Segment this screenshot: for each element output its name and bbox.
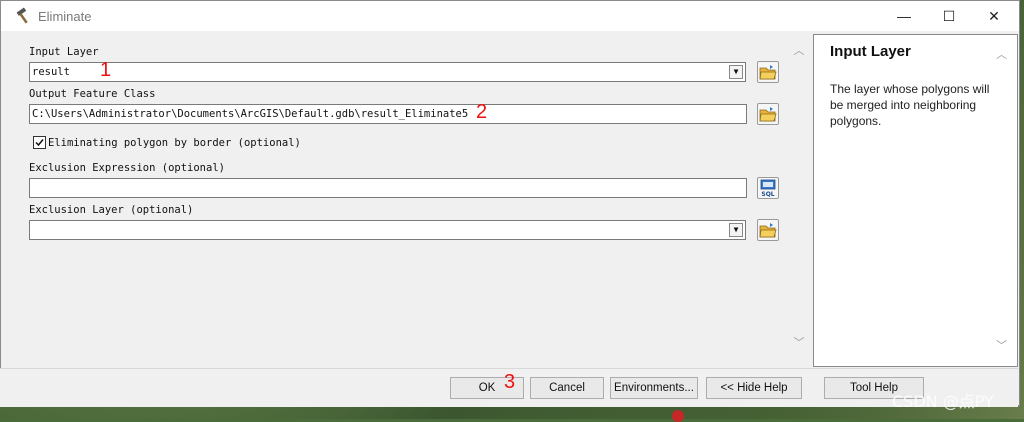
help-title: Input Layer [830,43,911,60]
browse-exclusion-layer-button[interactable] [757,219,779,241]
dropdown-arrow-icon[interactable]: ▼ [729,223,743,237]
checkbox-checked-icon [35,139,44,147]
folder-open-icon [759,107,777,122]
exclusion-layer-dropdown[interactable]: ▼ [29,220,746,240]
help-scroll-down-icon[interactable]: ﹀ [996,337,1007,353]
cancel-button[interactable]: Cancel [530,377,604,399]
sql-icon: SQL [760,179,776,198]
environments-button[interactable]: Environments... [610,377,698,399]
folder-open-icon [759,65,777,80]
dropdown-arrow-icon[interactable]: ▼ [729,65,743,79]
scroll-down-icon[interactable]: ﹀ [793,338,805,349]
annotation-1: 1 [100,59,112,81]
browse-input-layer-button[interactable] [757,61,779,83]
output-feature-class-input[interactable]: C:\Users\Administrator\Documents\ArcGIS\… [29,104,747,124]
browse-output-button[interactable] [757,103,779,125]
watermark: CSDN @点PY [892,392,994,411]
input-layer-dropdown[interactable]: result ▼ [29,62,746,82]
sql-builder-button[interactable]: SQL [757,177,779,199]
folder-open-icon [759,223,777,238]
maximize-button[interactable]: ☐ [926,1,972,31]
help-text: The layer whose polygons will be merged … [830,82,990,128]
input-layer-label: Input Layer [29,46,99,58]
output-feature-class-label: Output Feature Class [29,88,156,100]
exclusion-layer-label: Exclusion Layer (optional) [29,204,194,216]
input-layer-value: result [32,66,70,78]
output-feature-class-value: C:\Users\Administrator\Documents\ArcGIS\… [32,108,469,120]
eliminate-by-border-label: Eliminating polygon by border (optional) [48,137,301,149]
map-marker [672,410,684,422]
hide-help-button[interactable]: << Hide Help [706,377,802,399]
close-button[interactable]: ✕ [971,1,1017,31]
scroll-up-icon[interactable]: ︿ [793,46,805,57]
form-scrollbar[interactable]: ︿ ﹀ [790,34,808,361]
help-scroll-up-icon[interactable]: ︿ [996,46,1007,62]
eliminate-by-border-checkbox[interactable] [33,136,46,149]
help-pane: Input Layer The layer whose polygons wil… [813,34,1018,367]
svg-text:SQL: SQL [761,191,774,198]
exclusion-expression-label: Exclusion Expression (optional) [29,162,225,174]
title-bar[interactable]: Eliminate — ☐ ✕ [1,1,1019,31]
annotation-2: 2 [476,101,488,123]
exclusion-expression-input[interactable] [29,178,747,198]
annotation-3: 3 [504,371,516,393]
hammer-icon [16,7,28,24]
minimize-button[interactable]: — [881,1,927,31]
window-title: Eliminate [38,9,92,24]
